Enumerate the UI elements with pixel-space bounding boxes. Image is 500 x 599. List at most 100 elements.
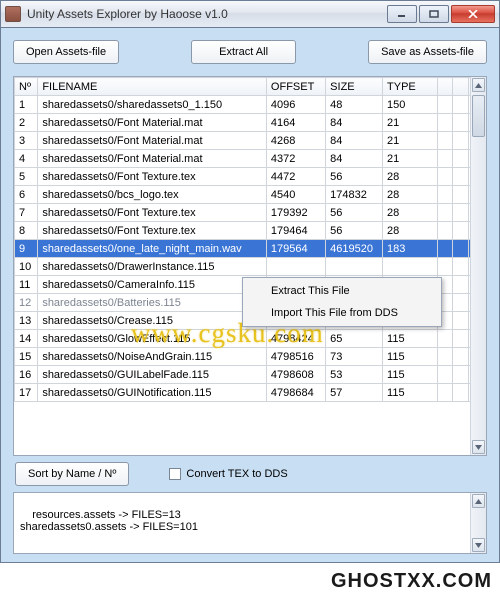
cell-extra	[453, 276, 468, 294]
cell-o: 4798684	[266, 384, 325, 402]
cell-t: 28	[383, 168, 438, 186]
minimize-button[interactable]	[387, 5, 417, 23]
cell-s: 4619520	[326, 240, 383, 258]
cell-o: 4798608	[266, 366, 325, 384]
file-grid-scroll[interactable]: Nº FILENAME OFFSET SIZE TYPE 1sharedasse…	[14, 77, 486, 455]
table-row[interactable]: 6sharedassets0/bcs_logo.tex454017483228	[15, 186, 484, 204]
col-offset[interactable]: OFFSET	[266, 78, 325, 96]
convert-checkbox[interactable]	[169, 468, 181, 480]
col-extra-1[interactable]	[437, 78, 452, 96]
cell-n: 5	[15, 168, 38, 186]
cell-t: 28	[383, 222, 438, 240]
log-scroll-down[interactable]	[472, 538, 485, 552]
cell-n: 12	[15, 294, 38, 312]
col-type[interactable]: TYPE	[383, 78, 438, 96]
table-row[interactable]: 5sharedassets0/Font Texture.tex44725628	[15, 168, 484, 186]
cell-s: 73	[326, 348, 383, 366]
sort-button[interactable]: Sort by Name / Nº	[15, 462, 129, 486]
cell-o	[266, 258, 325, 276]
cell-extra	[453, 114, 468, 132]
maximize-button[interactable]	[419, 5, 449, 23]
table-row[interactable]: 1sharedassets0/sharedassets0_1.150409648…	[15, 96, 484, 114]
titlebar: Unity Assets Explorer by Haoose v1.0	[0, 0, 500, 28]
table-header-row: Nº FILENAME OFFSET SIZE TYPE	[15, 78, 484, 96]
cell-extra	[453, 312, 468, 330]
cell-f: sharedassets0/Font Texture.tex	[38, 222, 267, 240]
file-grid: Nº FILENAME OFFSET SIZE TYPE 1sharedasse…	[13, 76, 487, 456]
cell-s: 84	[326, 132, 383, 150]
col-filename[interactable]: FILENAME	[38, 78, 267, 96]
cell-s: 84	[326, 150, 383, 168]
table-row[interactable]: 4sharedassets0/Font Material.mat43728421	[15, 150, 484, 168]
cell-extra	[453, 204, 468, 222]
cell-extra	[453, 222, 468, 240]
cell-o: 4540	[266, 186, 325, 204]
log-scrollbar[interactable]	[470, 493, 486, 553]
log-scroll-up[interactable]	[472, 494, 485, 508]
log-panel: resources.assets -> FILES=13 sharedasset…	[13, 492, 487, 554]
table-row[interactable]: 2sharedassets0/Font Material.mat41648421	[15, 114, 484, 132]
table-row[interactable]: 7sharedassets0/Font Texture.tex179392562…	[15, 204, 484, 222]
cell-f: sharedassets0/Font Texture.tex	[38, 168, 267, 186]
cell-extra	[437, 168, 452, 186]
cell-s: 48	[326, 96, 383, 114]
cell-extra	[453, 348, 468, 366]
cell-n: 17	[15, 384, 38, 402]
cell-f: sharedassets0/NoiseAndGrain.115	[38, 348, 267, 366]
scroll-down-button[interactable]	[472, 440, 485, 454]
cell-f: sharedassets0/Font Texture.tex	[38, 204, 267, 222]
window-title: Unity Assets Explorer by Haoose v1.0	[27, 7, 387, 21]
cell-o: 4096	[266, 96, 325, 114]
cell-t: 28	[383, 186, 438, 204]
cell-o: 179464	[266, 222, 325, 240]
cell-extra	[453, 96, 468, 114]
cell-extra	[437, 330, 452, 348]
grid-scrollbar[interactable]	[470, 77, 486, 455]
scroll-thumb[interactable]	[472, 95, 485, 137]
table-row[interactable]: 14sharedassets0/GlowEffect.1154798424651…	[15, 330, 484, 348]
cell-n: 10	[15, 258, 38, 276]
table-row[interactable]: 15sharedassets0/NoiseAndGrain.1154798516…	[15, 348, 484, 366]
log-text: resources.assets -> FILES=13 sharedasset…	[20, 509, 198, 533]
table-row[interactable]: 16sharedassets0/GUILabelFade.11547986085…	[15, 366, 484, 384]
cell-extra	[437, 150, 452, 168]
open-assets-button[interactable]: Open Assets-file	[13, 40, 119, 64]
cell-extra	[437, 222, 452, 240]
cell-n: 3	[15, 132, 38, 150]
table-row[interactable]: 10sharedassets0/DrawerInstance.115	[15, 258, 484, 276]
table-row[interactable]: 3sharedassets0/Font Material.mat42688421	[15, 132, 484, 150]
close-button[interactable]	[451, 5, 495, 23]
ctx-import-dds[interactable]: Import This File from DDS	[245, 302, 439, 324]
cell-extra	[437, 186, 452, 204]
cell-extra	[453, 384, 468, 402]
cell-extra	[453, 240, 468, 258]
cell-t: 28	[383, 204, 438, 222]
cell-o: 179564	[266, 240, 325, 258]
cell-n: 16	[15, 366, 38, 384]
cell-extra	[453, 150, 468, 168]
extract-all-button[interactable]: Extract All	[191, 40, 296, 64]
table-row[interactable]: 9sharedassets0/one_late_night_main.wav17…	[15, 240, 484, 258]
cell-extra	[453, 294, 468, 312]
cell-t: 183	[383, 240, 438, 258]
scroll-up-button[interactable]	[472, 78, 485, 92]
table-row[interactable]: 17sharedassets0/GUINotification.11547986…	[15, 384, 484, 402]
cell-extra	[437, 204, 452, 222]
col-num[interactable]: Nº	[15, 78, 38, 96]
cell-n: 2	[15, 114, 38, 132]
convert-checkbox-wrap[interactable]: Convert TEX to DDS	[169, 468, 287, 480]
cell-o: 179392	[266, 204, 325, 222]
cell-s: 57	[326, 384, 383, 402]
table-row[interactable]: 8sharedassets0/Font Texture.tex179464562…	[15, 222, 484, 240]
save-as-assets-button[interactable]: Save as Assets-file	[368, 40, 487, 64]
col-extra-2[interactable]	[453, 78, 468, 96]
save-as-label: Save as Assets-file	[381, 46, 474, 58]
cell-extra	[437, 96, 452, 114]
cell-extra	[453, 132, 468, 150]
cell-f: sharedassets0/GlowEffect.115	[38, 330, 267, 348]
ctx-extract-file[interactable]: Extract This File	[245, 280, 439, 302]
cell-s: 174832	[326, 186, 383, 204]
cell-extra	[437, 240, 452, 258]
col-size[interactable]: SIZE	[326, 78, 383, 96]
cell-n: 8	[15, 222, 38, 240]
